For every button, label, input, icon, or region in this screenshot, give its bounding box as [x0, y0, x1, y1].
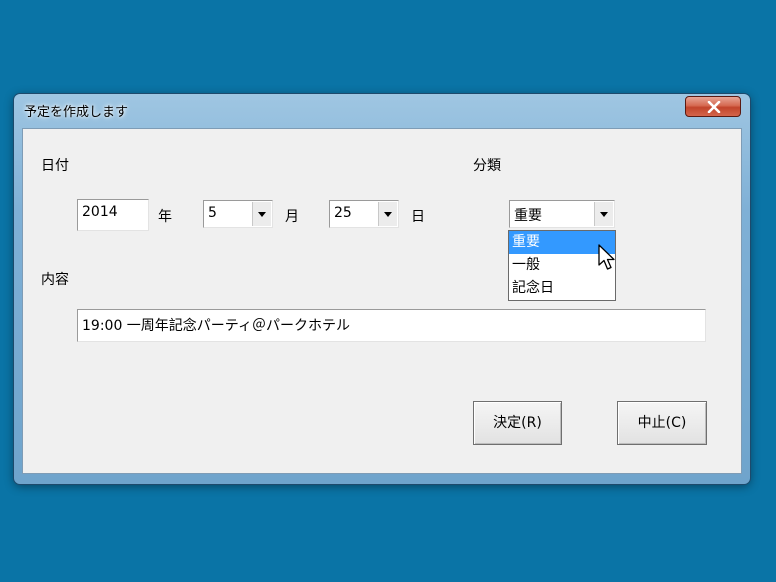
content-label: 内容	[41, 272, 69, 288]
month-combobox[interactable]: 5	[203, 200, 273, 228]
dialog-client-area: 日付 分類 2014 年 5 月 25 日 重要 内容 19:00 一周年記念パ…	[22, 128, 742, 474]
month-value: 5	[208, 205, 217, 221]
close-button[interactable]	[685, 96, 741, 117]
month-unit-label: 月	[285, 209, 299, 225]
year-unit-label: 年	[158, 209, 172, 225]
content-input[interactable]: 19:00 一周年記念パーティ＠パークホテル	[77, 309, 706, 342]
close-icon	[707, 101, 721, 113]
category-label: 分類	[473, 158, 501, 174]
category-combobox[interactable]: 重要	[509, 200, 615, 228]
day-combobox[interactable]: 25	[329, 200, 399, 228]
day-unit-label: 日	[411, 209, 425, 225]
month-dropdown-arrow-icon[interactable]	[252, 202, 271, 226]
date-label: 日付	[41, 158, 69, 174]
ok-button[interactable]: 決定(R)	[473, 401, 562, 445]
list-item[interactable]: 記念日	[509, 277, 615, 300]
category-dropdown-arrow-icon[interactable]	[594, 202, 613, 226]
dialog-window: 予定を作成します 日付 分類 2014 年 5 月 25 日 重要 内容 19:…	[14, 94, 750, 484]
year-input[interactable]: 2014	[77, 199, 149, 231]
mouse-cursor-icon	[598, 244, 615, 270]
window-title: 予定を作成します	[24, 105, 129, 120]
cancel-button[interactable]: 中止(C)	[617, 401, 707, 445]
day-value: 25	[334, 205, 352, 221]
day-dropdown-arrow-icon[interactable]	[378, 202, 397, 226]
category-value: 重要	[514, 208, 542, 224]
